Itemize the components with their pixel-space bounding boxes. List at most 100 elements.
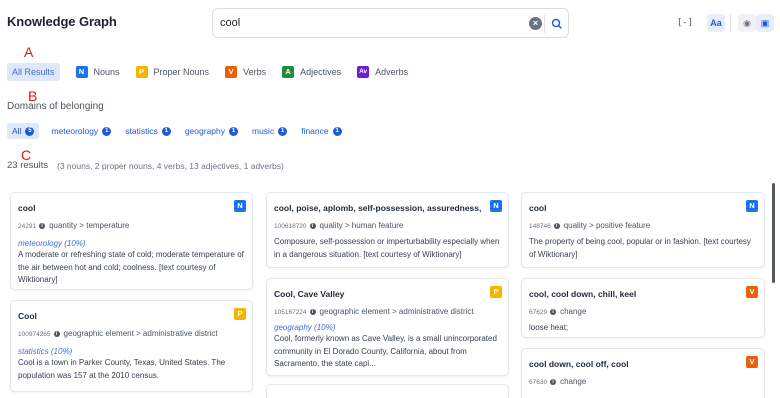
filter-label: All Results <box>12 67 55 77</box>
card-meta: 24291 i quantity > temperature <box>18 221 129 230</box>
domain-all[interactable]: All 5 <box>7 123 40 139</box>
info-icon[interactable]: i <box>550 309 557 315</box>
filter-label: Adjectives <box>300 67 342 77</box>
domain-count-badge: 1 <box>229 126 238 136</box>
card-meta: 100974265 i geographic element > administr… <box>18 329 218 338</box>
filter-label: Verbs <box>243 67 267 77</box>
result-card[interactable]: Cool, Cave Valley P 105167224 i geographic… <box>266 278 509 376</box>
card-id: 67630 <box>529 379 548 386</box>
filter-all-results[interactable]: All Results <box>7 63 60 81</box>
domain-statistics[interactable]: statistics 1 <box>125 123 171 139</box>
domain-count-badge: 5 <box>25 126 35 136</box>
filter-label: Adverbs <box>375 67 409 77</box>
filter-label: Nouns <box>93 67 120 77</box>
chat-icon[interactable]: ▣ <box>756 14 774 32</box>
expand-icon[interactable]: [-] <box>676 14 694 32</box>
domain-finance[interactable]: finance 1 <box>301 123 342 139</box>
result-card[interactable]: cool N 148746 i quality > positive feature… <box>521 192 765 268</box>
domain-label: meteorology <box>51 126 99 136</box>
card-title: cool <box>18 203 36 213</box>
domain-label: All <box>12 126 22 136</box>
result-card[interactable]: cool N 24291 i quantity > temperature mete… <box>10 192 253 290</box>
search-icon[interactable] <box>550 17 564 31</box>
domain-label: statistics <box>125 126 158 136</box>
result-card[interactable]: Cool P 100974265 i geographic element > ad… <box>10 300 253 392</box>
card-category: quality > human feature <box>319 221 404 230</box>
card-id: 148746 <box>529 223 551 230</box>
results-breakdown: (3 nouns, 2 proper nouns, 4 verbs, 13 ad… <box>57 161 284 171</box>
card-definition: The property of being cool, popular or i… <box>529 237 751 259</box>
domain-label: finance <box>301 126 329 136</box>
search-divider <box>544 15 545 33</box>
noun-badge-icon: N <box>234 200 246 212</box>
app-logo: Knowledge Graph <box>7 14 117 29</box>
clear-search-icon[interactable]: × <box>529 17 542 30</box>
domain-label: geography <box>184 126 225 136</box>
domain-filter-row: All 5 meteorology 1 statistics 1 geograp… <box>7 123 356 139</box>
card-title: cool down, cool off, cool <box>529 359 629 369</box>
results-count: 23 results <box>7 160 49 171</box>
search-input[interactable]: cool <box>220 17 240 29</box>
info-icon[interactable]: i <box>309 309 316 315</box>
adjective-badge-icon: A <box>282 66 295 78</box>
filter-nouns[interactable]: N Nouns <box>75 63 120 81</box>
card-category: quantity > temperature <box>49 221 130 230</box>
settings-icon[interactable]: ◉ <box>738 14 756 32</box>
noun-badge-icon: N <box>490 200 502 212</box>
card-id: 24291 <box>18 223 37 230</box>
card-meta: 67629 i change <box>529 307 586 316</box>
domain-meteorology[interactable]: meteorology 1 <box>51 123 112 139</box>
filter-verbs[interactable]: V Verbs <box>225 63 266 81</box>
card-id: 100618720 <box>274 223 307 230</box>
card-category: change <box>560 377 587 386</box>
verb-badge-icon: V <box>225 66 238 78</box>
marker-a: A <box>24 44 34 60</box>
info-icon[interactable]: i <box>53 331 60 337</box>
card-category: geographic element > administrative dist… <box>63 329 218 338</box>
noun-badge-icon: N <box>75 66 88 78</box>
card-definition: Cool, formerly known as Cave Valley, is … <box>274 334 497 368</box>
card-domain: meteorology (10%) <box>18 239 86 248</box>
scrollbar[interactable] <box>772 183 775 283</box>
filter-adjectives[interactable]: A Adjectives <box>282 63 341 81</box>
result-card[interactable] <box>266 384 509 398</box>
info-icon[interactable]: i <box>553 223 560 229</box>
domain-count-badge: 1 <box>278 126 288 136</box>
card-title: Cool, Cave Valley <box>274 289 345 299</box>
card-definition: Cool is a town in Parker County, Texas, … <box>18 358 226 380</box>
card-domain: geography (10%) <box>274 323 336 332</box>
font-size-button[interactable]: Aa <box>707 14 725 32</box>
filter-label: Proper Nouns <box>153 67 210 77</box>
card-id: 67629 <box>529 309 548 316</box>
verb-badge-icon: V <box>746 286 758 298</box>
proper-noun-badge-icon: P <box>234 308 246 320</box>
info-icon[interactable]: i <box>550 379 557 385</box>
info-icon[interactable]: i <box>309 223 316 229</box>
card-definition: A moderate or refreshing state of cold; … <box>18 250 244 284</box>
card-id: 105167224 <box>274 309 307 316</box>
card-meta: 148746 i quality > positive feature <box>529 221 650 230</box>
card-title: cool, cool down, chill, keel <box>529 289 637 299</box>
adverb-badge-icon: Av <box>357 66 370 78</box>
info-icon[interactable]: i <box>39 223 46 229</box>
header-divider <box>730 14 731 32</box>
result-card[interactable]: cool down, cool off, cool V 67630 i change <box>521 348 765 398</box>
card-id: 100974265 <box>18 331 51 338</box>
filter-proper-nouns[interactable]: P Proper Nouns <box>135 63 210 81</box>
noun-badge-icon: N <box>746 200 758 212</box>
filter-adverbs[interactable]: Av Adverbs <box>357 63 408 81</box>
domain-count-badge: 1 <box>332 126 342 136</box>
domain-count-badge: 1 <box>102 126 112 136</box>
result-card[interactable]: cool, cool down, chill, keel V 67629 i cha… <box>521 278 765 338</box>
result-card[interactable]: cool, poise, aplomb, self-possession, as… <box>266 192 509 268</box>
card-definition: loose heat; <box>529 323 569 332</box>
domain-geography[interactable]: geography 1 <box>185 123 238 139</box>
domain-music[interactable]: music 1 <box>252 123 288 139</box>
card-definition: Composure, self-possession or imperturba… <box>274 237 500 259</box>
card-category: geographic element > administrative dist… <box>319 307 474 316</box>
card-meta: 105167224 i geographic element > administr… <box>274 307 474 316</box>
domain-label: music <box>252 126 275 136</box>
search-bar: cool × <box>212 8 569 38</box>
card-category: quality > positive feature <box>563 221 651 230</box>
card-domain: statistics (10%) <box>18 347 73 356</box>
